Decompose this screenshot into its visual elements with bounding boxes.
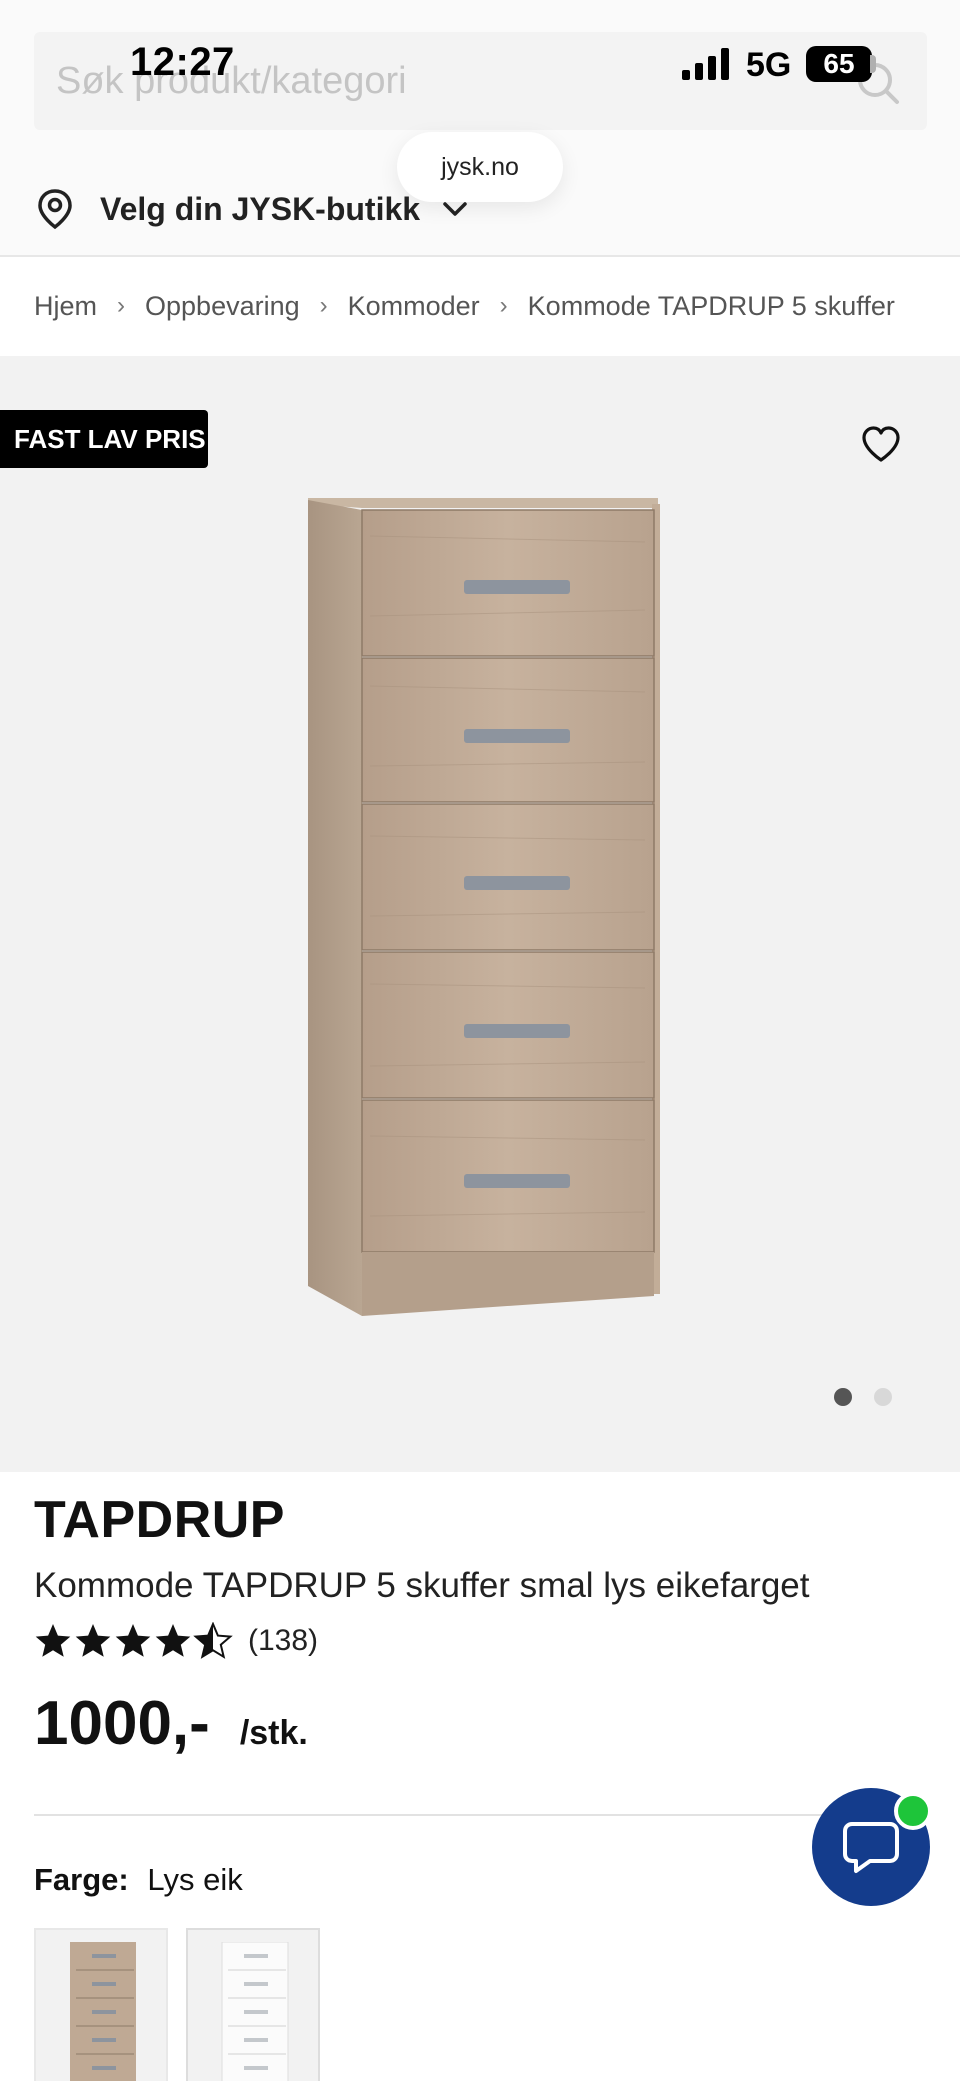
- swatch-light-oak-image: [70, 1942, 136, 2081]
- product-brand: TAPDRUP: [34, 1491, 285, 1549]
- product-price: 1000,- /stk.: [34, 1688, 308, 1759]
- breadcrumb: Hjem › Oppbevaring › Kommoder › Kommode …: [34, 286, 895, 326]
- gallery-dot-1[interactable]: [834, 1388, 852, 1406]
- status-time: 12:27: [130, 40, 235, 84]
- store-selector-label: Velg din JYSK-butikk: [100, 190, 421, 227]
- header: Søk produkt/kategori 12:27 5G 65 jysk.no…: [0, 0, 960, 256]
- swatch-light-oak[interactable]: [34, 1928, 168, 2081]
- product-rating[interactable]: (138): [34, 1622, 318, 1660]
- swatch-white-image: [221, 1942, 289, 2081]
- section-divider: [34, 1814, 927, 1816]
- chevron-down-icon: [443, 202, 467, 216]
- battery-cap: [870, 55, 876, 73]
- review-count[interactable]: (138): [248, 1624, 318, 1658]
- chevron-right-icon: ›: [319, 292, 328, 319]
- chevron-right-icon: ›: [499, 292, 508, 319]
- signal-icon: [682, 48, 729, 80]
- breadcrumb-item-storage[interactable]: Oppbevaring: [145, 291, 300, 322]
- product-image[interactable]: [300, 496, 670, 1336]
- map-pin-icon: [38, 189, 72, 230]
- color-swatches: [34, 1928, 320, 2081]
- color-label: Farge:: [34, 1862, 129, 1897]
- star-rating-icon: [35, 1623, 232, 1658]
- product-title: Kommode TAPDRUP 5 skuffer smal lys eikef…: [34, 1566, 810, 1605]
- color-selector: Farge: Lys eik: [34, 1862, 243, 1898]
- breadcrumb-item-home[interactable]: Hjem: [34, 291, 97, 322]
- header-divider: [0, 255, 960, 257]
- gallery-dot-2[interactable]: [874, 1388, 892, 1406]
- swatch-white[interactable]: [186, 1928, 320, 2081]
- online-indicator: [894, 1792, 932, 1830]
- gallery-pagination[interactable]: [834, 1388, 892, 1406]
- battery-icon: 65: [806, 46, 872, 82]
- store-selector[interactable]: Velg din JYSK-butikk: [36, 186, 468, 232]
- price-unit: /stk.: [239, 1714, 308, 1752]
- chat-button[interactable]: [812, 1788, 932, 1906]
- breadcrumb-item-current[interactable]: Kommode TAPDRUP 5 skuffer: [528, 291, 895, 322]
- chevron-right-icon: ›: [117, 292, 126, 319]
- chat-bubble-icon: [843, 1822, 899, 1873]
- color-value: Lys eik: [147, 1862, 243, 1897]
- breadcrumb-item-dressers[interactable]: Kommoder: [348, 291, 480, 322]
- heart-icon[interactable]: [860, 424, 902, 464]
- price-value: 1000,-: [34, 1689, 210, 1758]
- price-badge: FAST LAV PRIS: [0, 410, 208, 468]
- network-type: 5G: [746, 46, 792, 84]
- product-gallery[interactable]: FAST LAV PRIS: [0, 356, 960, 1472]
